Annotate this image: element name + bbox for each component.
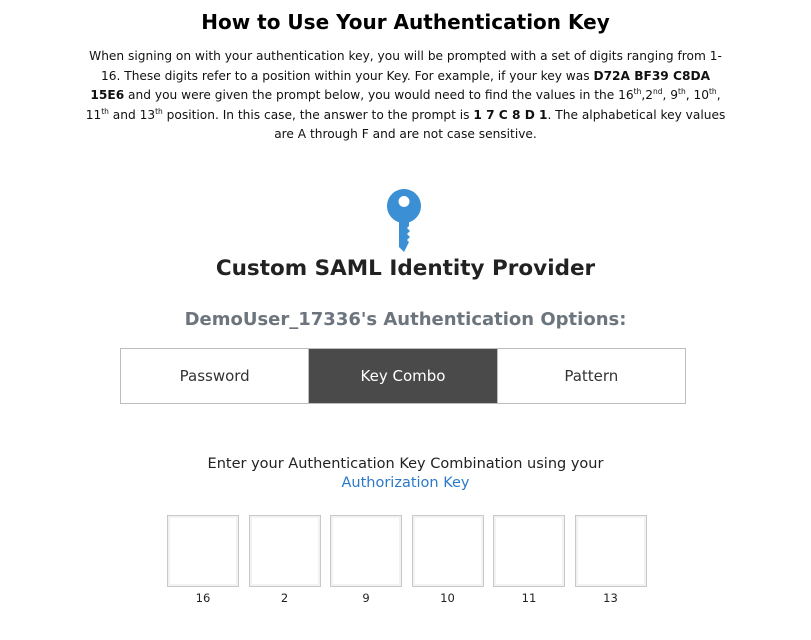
digit-position-label: 9 bbox=[362, 591, 370, 605]
instructions-panel: How to Use Your Authentication Key When … bbox=[40, 8, 771, 145]
digit-input-position-10[interactable] bbox=[411, 515, 484, 587]
position-ordinal-5: 11th and bbox=[85, 106, 140, 122]
position-ordinal-6: 13th bbox=[139, 106, 163, 122]
authorization-key-link[interactable]: Authorization Key bbox=[341, 475, 469, 491]
key-icon bbox=[386, 189, 421, 252]
digit-position-label: 2 bbox=[280, 591, 289, 605]
digit-cell: 13 bbox=[574, 515, 647, 605]
digit-position-label: 10 bbox=[440, 591, 455, 605]
auth-options-heading: DemoUser_17336's Authentication Options: bbox=[184, 309, 627, 330]
example-answer: 1 7 C 8 D 1 bbox=[473, 107, 548, 122]
key-prompt-text: Enter your Authentication Key Combinatio… bbox=[207, 456, 604, 472]
digit-position-label: 13 bbox=[603, 591, 618, 605]
tab-password[interactable]: Password bbox=[121, 349, 309, 403]
position-ordinal-4: 10th, bbox=[693, 86, 721, 102]
instructions-body: When signing on with your authentication… bbox=[86, 47, 726, 145]
digit-cell: 16 bbox=[167, 515, 239, 605]
digit-cell: 10 bbox=[411, 515, 484, 605]
digit-input-position-16[interactable] bbox=[167, 515, 239, 587]
instructions-text-2: and you were given the prompt below, you… bbox=[124, 88, 619, 102]
digit-input-position-13[interactable] bbox=[574, 515, 647, 587]
digit-input-position-9[interactable] bbox=[330, 515, 402, 587]
provider-title: Custom SAML Identity Provider bbox=[215, 256, 596, 281]
digit-cell: 11 bbox=[493, 515, 565, 605]
key-digit-inputs: 16 2 9 10 11 13 bbox=[167, 515, 656, 605]
instructions-text-3: position. In this case, the answer to th… bbox=[162, 107, 474, 122]
digit-cell: 9 bbox=[330, 515, 402, 605]
digit-position-label: 16 bbox=[195, 591, 211, 605]
instructions-title: How to Use Your Authentication Key bbox=[201, 10, 610, 34]
position-ordinal-3: 9th, bbox=[670, 86, 694, 102]
position-ordinal-2: 2nd, bbox=[645, 86, 671, 102]
digit-cell: 2 bbox=[248, 515, 321, 605]
key-prompt: Enter your Authentication Key Combinatio… bbox=[0, 455, 811, 493]
auth-method-tabs: Password Key Combo Pattern bbox=[120, 348, 686, 404]
digit-input-position-2[interactable] bbox=[248, 515, 321, 587]
tab-pattern[interactable]: Pattern bbox=[496, 349, 685, 403]
digit-input-position-11[interactable] bbox=[493, 515, 565, 587]
digit-position-label: 11 bbox=[521, 591, 537, 605]
position-ordinal-1: 16th, bbox=[618, 86, 646, 102]
tab-key-combo[interactable]: Key Combo bbox=[308, 349, 497, 403]
